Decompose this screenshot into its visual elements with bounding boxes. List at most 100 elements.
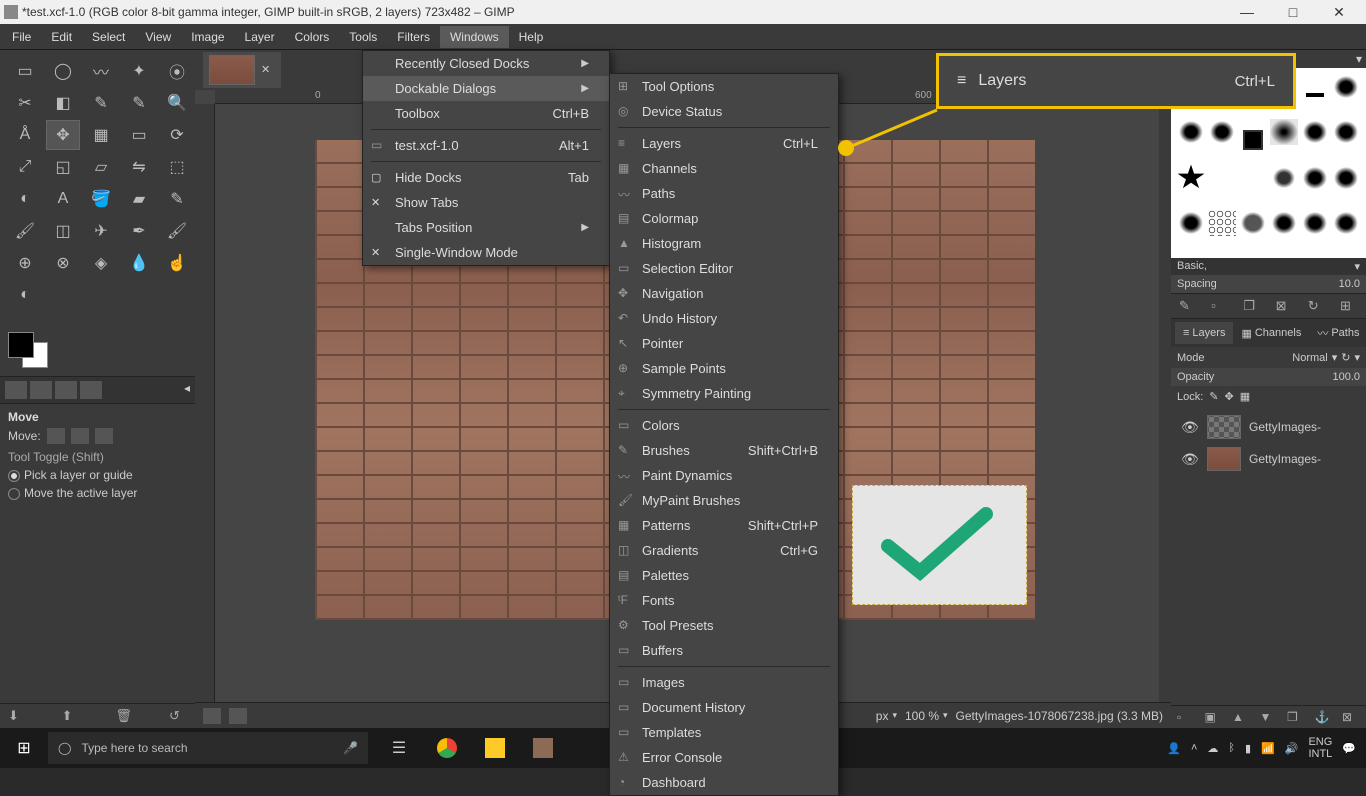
ink-tool-icon[interactable]: ✒: [122, 216, 156, 246]
brush-item-selected[interactable]: [1245, 132, 1261, 148]
radio-move-active[interactable]: [8, 488, 20, 500]
submenu-paint-dynamics[interactable]: 〰Paint Dynamics: [610, 463, 838, 488]
brush-item[interactable]: [1177, 119, 1205, 145]
text-tool-icon[interactable]: A: [46, 184, 80, 214]
submenu-error-console[interactable]: ⚠Error Console: [610, 745, 838, 770]
brush-item[interactable]: [1208, 210, 1236, 236]
brush-item[interactable]: [1332, 165, 1360, 191]
delete-layer-icon[interactable]: ⊠: [1342, 710, 1360, 724]
brush-item[interactable]: [1332, 74, 1360, 100]
tray-volume-icon[interactable]: 🔊: [1285, 742, 1299, 755]
submenu-symmetry-painting[interactable]: ⌖Symmetry Painting: [610, 381, 838, 406]
shear-tool-icon[interactable]: ◱: [46, 152, 80, 182]
tab-paths[interactable]: 〰Paths: [1309, 322, 1366, 344]
submenu-sample-points[interactable]: ⊕Sample Points: [610, 356, 838, 381]
submenu-navigation[interactable]: ✥Navigation: [610, 281, 838, 306]
new-layer-icon[interactable]: ▫: [1177, 710, 1195, 724]
brush-preset-selector[interactable]: Basic,▾: [1171, 258, 1366, 275]
zoom-selector[interactable]: 100 %▾: [905, 709, 948, 723]
menu-windows[interactable]: Windows: [440, 26, 509, 48]
menu-view[interactable]: View: [135, 26, 181, 48]
ellipse-select-tool-icon[interactable]: ◯: [46, 56, 80, 86]
tab-channels[interactable]: ▦Channels: [1233, 322, 1309, 344]
vertical-scrollbar[interactable]: [1159, 104, 1171, 704]
brush-item[interactable]: [1208, 119, 1236, 145]
submenu-tool-presets[interactable]: ⚙Tool Presets: [610, 613, 838, 638]
mic-icon[interactable]: 🎤: [343, 741, 358, 755]
warp-tool-icon[interactable]: ◐: [8, 184, 42, 214]
menu-image[interactable]: Image: [181, 26, 234, 48]
by-color-select-tool-icon[interactable]: ⦿: [160, 56, 194, 86]
tray-wifi-icon[interactable]: 📶: [1261, 742, 1275, 755]
opacity-row[interactable]: Opacity 100.0: [1171, 368, 1366, 386]
brush-item[interactable]: [1270, 119, 1298, 145]
tab-layers[interactable]: ≡Layers: [1175, 322, 1233, 344]
reset-icon[interactable]: ↺: [169, 708, 187, 724]
new-group-icon[interactable]: ▣: [1205, 710, 1223, 724]
menu-show-tabs[interactable]: ✕Show Tabs: [363, 190, 609, 215]
open-brush-icon[interactable]: ⊞: [1340, 298, 1358, 314]
brush-item[interactable]: [1332, 210, 1360, 236]
brush-item[interactable]: [1301, 119, 1329, 145]
perspective-tool-icon[interactable]: ▱: [84, 152, 118, 182]
lock-position-icon[interactable]: ✥: [1225, 390, 1234, 403]
submenu-undo-history[interactable]: ↶Undo History: [610, 306, 838, 331]
submenu-selection-editor[interactable]: ▭Selection Editor: [610, 256, 838, 281]
taskbar-explorer-icon[interactable]: [472, 728, 518, 768]
layer-item[interactable]: 👁 GettyImages-: [1175, 411, 1362, 443]
move-selection-icon[interactable]: [71, 428, 89, 444]
move-tool-icon[interactable]: ✥: [46, 120, 80, 150]
brush-item[interactable]: [1306, 93, 1324, 97]
submenu-buffers[interactable]: ▭Buffers: [610, 638, 838, 663]
tray-battery-icon[interactable]: ▮: [1245, 742, 1251, 755]
perspective-clone-tool-icon[interactable]: ◈: [84, 248, 118, 278]
tab-menu-icon[interactable]: ◂: [184, 381, 190, 399]
delete-brush-icon[interactable]: ⊠: [1276, 298, 1294, 314]
lock-alpha-icon[interactable]: ▦: [1240, 390, 1250, 403]
submenu-dashboard[interactable]: ◔Dashboard: [610, 770, 838, 795]
tray-onedrive-icon[interactable]: ☁: [1207, 742, 1218, 755]
tray-chevron-up-icon[interactable]: ˄: [1191, 742, 1197, 754]
zoom-tool-icon[interactable]: 🔍: [160, 88, 194, 118]
delete-preset-icon[interactable]: 🗑: [115, 708, 133, 724]
submenu-mypaint-brushes[interactable]: 🖌MyPaint Brushes: [610, 488, 838, 513]
bucket-fill-tool-icon[interactable]: 🪣: [84, 184, 118, 214]
airbrush-tool-icon[interactable]: ✈: [84, 216, 118, 246]
brush-item[interactable]: [1239, 165, 1267, 191]
tray-language[interactable]: ENG INTL: [1308, 736, 1332, 760]
restore-preset-icon[interactable]: ⬆: [62, 708, 80, 724]
taskbar-chrome-icon[interactable]: [424, 728, 470, 768]
foreground-color[interactable]: [8, 332, 34, 358]
image-tab[interactable]: ✕: [203, 52, 281, 88]
submenu-patterns[interactable]: ▦PatternsShift+Ctrl+P: [610, 513, 838, 538]
unit-selector[interactable]: px▾: [876, 709, 897, 723]
fuzzy-select-tool-icon[interactable]: ✦: [122, 56, 156, 86]
submenu-gradients[interactable]: ◫GradientsCtrl+G: [610, 538, 838, 563]
layer-item[interactable]: 👁 GettyImages-: [1175, 443, 1362, 475]
refresh-brushes-icon[interactable]: ↻: [1308, 298, 1326, 314]
brush-item[interactable]: [1270, 210, 1298, 236]
layer-up-icon[interactable]: ▲: [1232, 710, 1250, 724]
eraser-tool-icon[interactable]: ◫: [46, 216, 80, 246]
dodge-burn-tool-icon[interactable]: ◐: [8, 280, 42, 310]
brush-item[interactable]: [1177, 165, 1205, 191]
task-view-icon[interactable]: ☰: [376, 728, 422, 768]
close-button[interactable]: ✕: [1316, 0, 1362, 24]
menu-edit[interactable]: Edit: [41, 26, 82, 48]
submenu-histogram[interactable]: ▲Histogram: [610, 231, 838, 256]
paths-tool-icon[interactable]: ✎: [84, 88, 118, 118]
tab-icon[interactable]: [5, 381, 27, 399]
menu-filters[interactable]: Filters: [387, 26, 440, 48]
menu-tabs-position[interactable]: Tabs Position▶: [363, 215, 609, 240]
submenu-templates[interactable]: ▭Templates: [610, 720, 838, 745]
tab-icon[interactable]: [80, 381, 102, 399]
brush-item[interactable]: [1270, 165, 1298, 191]
pencil-tool-icon[interactable]: ✎: [160, 184, 194, 214]
save-preset-icon[interactable]: ⬇: [8, 708, 26, 724]
gradient-tool-icon[interactable]: ▰: [122, 184, 156, 214]
scale-tool-icon[interactable]: ⤢: [8, 152, 42, 182]
brush-item[interactable]: [1301, 165, 1329, 191]
status-cancel-icon[interactable]: [229, 708, 247, 724]
menu-tools[interactable]: Tools: [339, 26, 387, 48]
menu-layer[interactable]: Layer: [235, 26, 285, 48]
